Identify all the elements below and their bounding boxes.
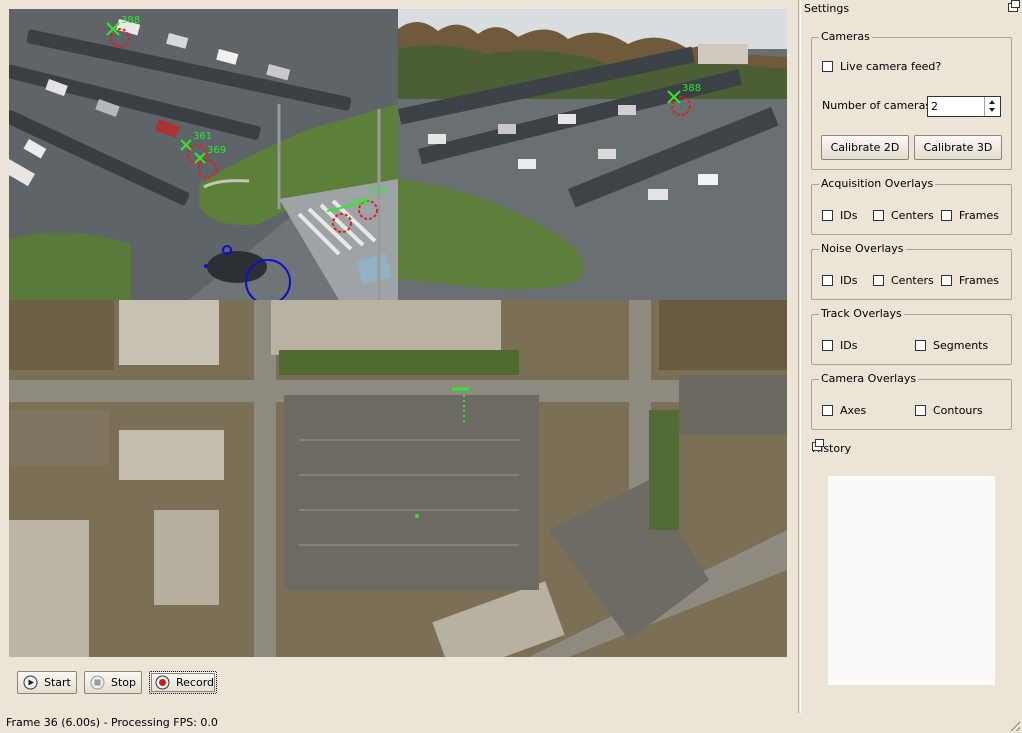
checkbox-box[interactable] <box>873 275 884 286</box>
checkbox-label: Frames <box>959 274 1000 287</box>
checkbox-box[interactable] <box>822 275 833 286</box>
camera-contours-checkbox[interactable]: Contours <box>915 404 983 417</box>
checkbox-box[interactable] <box>873 210 884 221</box>
start-button[interactable]: Start <box>17 671 77 694</box>
checkbox-label: IDs <box>840 339 858 352</box>
checkbox-box[interactable] <box>915 405 926 416</box>
stop-label: Stop <box>111 676 137 689</box>
track-id-label: 376 <box>349 197 368 208</box>
settings-title: Settings <box>804 2 850 15</box>
camera-1-view[interactable]: 388 361 369 376 378 <box>9 9 398 300</box>
camera-2-view[interactable]: 388 <box>398 9 787 300</box>
checkbox-label: IDs <box>840 274 858 287</box>
noise-centers-checkbox[interactable]: Centers <box>873 274 934 287</box>
aerial-map-view[interactable] <box>9 300 787 657</box>
track-segments-checkbox[interactable]: Segments <box>915 339 988 352</box>
checkbox-box[interactable] <box>822 210 833 221</box>
resize-grip-icon[interactable] <box>1008 719 1020 731</box>
live-camera-feed-checkbox[interactable]: Live camera feed? <box>822 60 941 73</box>
checkbox-box[interactable] <box>941 210 952 221</box>
number-of-cameras-label: Number of cameras <box>822 99 932 112</box>
track-id-label: 369 <box>207 145 226 156</box>
camera-views-area: 388 361 369 376 378 388 <box>9 9 787 657</box>
checkbox-label: IDs <box>840 209 858 222</box>
acquisition-ids-checkbox[interactable]: IDs <box>822 209 857 222</box>
history-view[interactable] <box>828 476 995 685</box>
checkbox-box[interactable] <box>822 340 833 351</box>
start-label: Start <box>44 676 71 689</box>
record-button[interactable]: Record <box>149 671 217 694</box>
noise-ids-checkbox[interactable]: IDs <box>822 274 857 287</box>
cameras-group-title: Cameras <box>819 30 872 43</box>
record-icon <box>155 675 170 690</box>
number-of-cameras-spinbox[interactable]: 2 <box>927 96 1001 117</box>
stop-button[interactable]: Stop <box>84 671 142 694</box>
camera-axes-checkbox[interactable]: Axes <box>822 404 866 417</box>
noise-overlays-title: Noise Overlays <box>819 242 906 255</box>
checkbox-box[interactable] <box>822 405 833 416</box>
track-overlays-title: Track Overlays <box>819 307 904 320</box>
calibrate-3d-button[interactable]: Calibrate 3D <box>914 135 1002 160</box>
settings-dock-title: Settings <box>803 0 1020 16</box>
live-camera-feed-label: Live camera feed? <box>840 60 942 73</box>
track-ids-checkbox[interactable]: IDs <box>822 339 857 352</box>
spin-arrows-icon[interactable] <box>984 97 1000 116</box>
dock-splitter[interactable] <box>798 0 801 713</box>
stop-icon <box>90 675 105 690</box>
dock-float-icon[interactable] <box>812 439 824 451</box>
camera-overlays-title: Camera Overlays <box>819 372 919 385</box>
checkbox-label: Axes <box>840 404 867 417</box>
checkbox-box[interactable] <box>941 275 952 286</box>
dock-float-icon[interactable] <box>1008 0 1020 12</box>
checkbox-label: Centers <box>891 274 934 287</box>
checkbox-label: Segments <box>933 339 989 352</box>
record-label: Record <box>176 676 215 689</box>
track-id-label: 388 <box>682 83 701 94</box>
noise-frames-checkbox[interactable]: Frames <box>941 274 999 287</box>
track-id-label: 361 <box>193 131 212 142</box>
checkbox-label: Centers <box>891 209 934 222</box>
history-dock-title: History <box>811 439 1014 456</box>
checkbox-box[interactable] <box>915 340 926 351</box>
calibrate-2d-button[interactable]: Calibrate 2D <box>821 135 909 160</box>
status-bar-text: Frame 36 (6.00s) - Processing FPS: 0.0 <box>6 716 218 729</box>
track-id-label: 378 <box>367 186 386 197</box>
play-icon <box>23 675 38 690</box>
acquisition-frames-checkbox[interactable]: Frames <box>941 209 999 222</box>
checkbox-label: Frames <box>959 209 1000 222</box>
acquisition-centers-checkbox[interactable]: Centers <box>873 209 934 222</box>
number-of-cameras-value: 2 <box>931 100 938 113</box>
track-id-label: 388 <box>121 15 140 26</box>
checkbox-label: Contours <box>933 404 983 417</box>
checkbox-box[interactable] <box>822 61 833 72</box>
acquisition-overlays-title: Acquisition Overlays <box>819 177 936 190</box>
